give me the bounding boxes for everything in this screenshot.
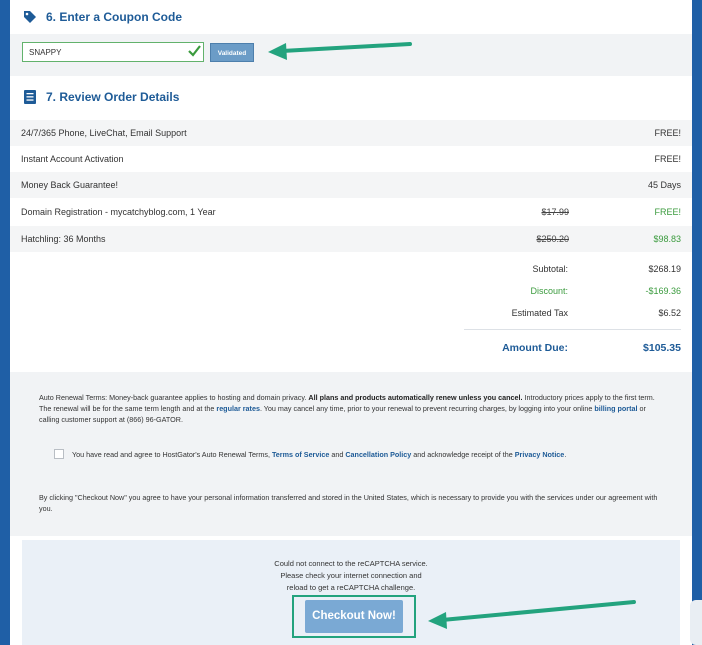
checkout-now-button[interactable]: Checkout Now! (305, 600, 403, 633)
subtotal-value: $268.19 (648, 264, 681, 274)
coupon-area: SNAPPY Validated (10, 34, 692, 76)
coupon-section-title: 6. Enter a Coupon Code (46, 10, 183, 24)
privacy-notice-link[interactable]: Privacy Notice (515, 450, 565, 459)
auto-renewal-terms: Auto Renewal Terms: Money-back guarantee… (39, 392, 667, 425)
coupon-code-input[interactable]: SNAPPY (22, 42, 204, 62)
discount-value: -$169.36 (645, 286, 681, 296)
order-row-label: Money Back Guarantee! (21, 180, 119, 190)
amount-due-value: $105.35 (643, 342, 681, 354)
review-section-header: 7. Review Order Details (10, 80, 692, 114)
recaptcha-message: Could not connect to the reCAPTCHA servi… (274, 559, 428, 568)
order-row-label: Hatchling: 36 Months (21, 234, 106, 244)
order-row-old-price: $17.99 (541, 207, 569, 217)
validated-button[interactable]: Validated (210, 43, 254, 62)
agree-text: and (329, 450, 346, 459)
auto-renewal-bold: All plans and products automatically ren… (308, 393, 523, 402)
discount-row: Discount: -$169.36 (10, 282, 692, 302)
order-row-value: FREE! (654, 128, 681, 138)
agree-text: . (564, 450, 567, 459)
order-row-old-price: $250.20 (536, 234, 569, 244)
agree-checkbox[interactable] (54, 449, 64, 459)
subtotal-label: Subtotal: (532, 264, 568, 274)
tax-label: Estimated Tax (511, 308, 568, 318)
order-row: Money Back Guarantee! 45 Days (10, 172, 692, 198)
order-row: Hatchling: 36 Months $250.20 $98.83 (10, 226, 692, 252)
order-row-label: Domain Registration - mycatchyblog.com, … (21, 207, 216, 217)
order-row: 24/7/365 Phone, LiveChat, Email Support … (10, 120, 692, 146)
tax-value: $6.52 (658, 308, 681, 318)
terms-of-service-link[interactable]: Terms of Service (272, 450, 329, 459)
order-row-value: FREE! (654, 207, 681, 217)
order-row-label: 24/7/365 Phone, LiveChat, Email Support (21, 128, 187, 138)
cancellation-policy-link[interactable]: Cancellation Policy (345, 450, 411, 459)
recaptcha-message: Please check your internet connection an… (280, 571, 422, 580)
agree-statement: You have read and agree to HostGator's A… (72, 449, 672, 460)
list-icon (24, 90, 36, 104)
scroll-handle[interactable] (690, 600, 702, 645)
regular-rates-link[interactable]: regular rates (216, 404, 260, 413)
recaptcha-message: reload to get a reCAPTCHA challenge. (286, 583, 416, 592)
coupon-section-header: 6. Enter a Coupon Code (10, 0, 692, 34)
order-row-value: 45 Days (647, 180, 681, 190)
order-row: Domain Registration - mycatchyblog.com, … (10, 199, 692, 225)
order-row: Instant Account Activation FREE! (10, 146, 692, 172)
agree-text: You have read and agree to HostGator's A… (72, 450, 272, 459)
order-row-value: FREE! (654, 154, 681, 164)
subtotal-row: Subtotal: $268.19 (10, 260, 692, 280)
amount-due-label: Amount Due: (502, 342, 568, 354)
order-row-label: Instant Account Activation (21, 154, 124, 164)
review-section-title: 7. Review Order Details (46, 90, 180, 104)
recaptcha-area: Could not connect to the reCAPTCHA servi… (22, 540, 680, 645)
terms-area: Auto Renewal Terms: Money-back guarantee… (10, 372, 692, 536)
totals-divider (464, 329, 681, 330)
auto-renewal-text: Auto Renewal Terms: Money-back guarantee… (39, 393, 309, 402)
agree-text: and acknowledge receipt of the (411, 450, 515, 459)
checkout-consent-text: By clicking "Checkout Now" you agree to … (39, 493, 658, 513)
checkout-panel: 6. Enter a Coupon Code SNAPPY Validated … (10, 0, 692, 645)
tax-row: Estimated Tax $6.52 (10, 304, 692, 324)
auto-renewal-text: . You may cancel any time, prior to your… (259, 404, 595, 413)
discount-label: Discount: (530, 286, 568, 296)
tag-icon (24, 11, 36, 23)
order-row-value: $98.83 (653, 234, 681, 244)
check-icon (188, 45, 201, 57)
billing-portal-link[interactable]: billing portal (594, 404, 637, 413)
